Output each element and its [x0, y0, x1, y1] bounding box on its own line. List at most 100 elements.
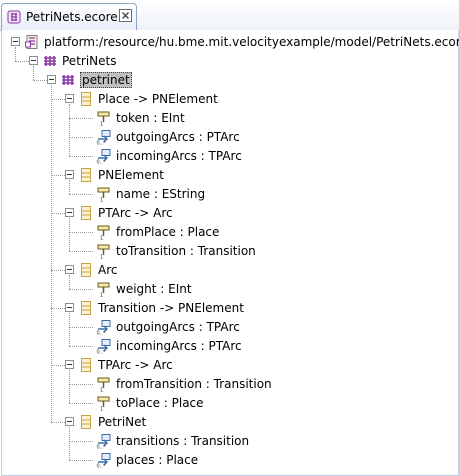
feature-label: fromPlace : Place	[116, 225, 220, 239]
ereference-icon: 0..*	[96, 129, 112, 147]
feature-label: name : EString	[116, 187, 206, 201]
feature-label: outgoingArcs : PTArc	[116, 130, 240, 144]
tree-item-subpackage[interactable]: petrinet	[2, 71, 458, 90]
svg-text:0..*: 0..*	[97, 445, 106, 450]
tree-guide-line	[69, 218, 70, 251]
feature-label: outgoingArcs : TPArc	[116, 320, 240, 334]
tree-guide-line	[69, 346, 93, 347]
ereference-icon: 0..*	[96, 148, 112, 166]
ecore-file-icon	[7, 10, 21, 24]
tree-guide-line	[69, 104, 70, 156]
eclass-icon	[78, 357, 94, 373]
tree-guide-line	[33, 66, 34, 80]
feature-label: toPlace : Place	[116, 396, 204, 410]
class-label: Place -> PNElement	[98, 92, 218, 106]
svg-text:1: 1	[100, 407, 103, 412]
epackage-icon	[42, 53, 58, 69]
ecore-resource-icon	[24, 34, 40, 50]
ereference-icon: 0..*	[96, 338, 112, 356]
tree-item-class[interactable]: Arc	[2, 261, 458, 280]
tree-guide-line	[51, 422, 65, 423]
class-label: Transition -> PNElement	[98, 301, 244, 315]
eattribute-icon: 1	[96, 224, 112, 242]
class-label: PNElement	[98, 168, 164, 182]
tree-guide-line	[69, 194, 93, 195]
svg-text:1: 1	[100, 236, 103, 241]
eclass-icon	[78, 414, 94, 430]
collapse-toggle[interactable]	[29, 56, 38, 65]
subpackage-label: petrinet	[80, 72, 132, 88]
collapse-toggle[interactable]	[65, 208, 74, 217]
tree-guide-line	[69, 403, 93, 404]
collapse-toggle[interactable]	[65, 360, 74, 369]
editor-tab-petrinets-ecore[interactable]: PetriNets.ecore	[1, 3, 137, 30]
collapse-toggle[interactable]	[11, 37, 20, 46]
eclass-icon	[78, 167, 94, 183]
tree-item-class[interactable]: Transition -> PNElement	[2, 299, 458, 318]
tree-item-class[interactable]: TPArc -> Arc	[2, 356, 458, 375]
svg-text:0..*: 0..*	[97, 160, 106, 165]
svg-text:0..*: 0..*	[97, 464, 106, 469]
feature-label: weight : EInt	[116, 282, 192, 296]
feature-label: incomingArcs : PTArc	[116, 339, 242, 353]
tree-guide-line	[51, 213, 65, 214]
tree-guide-line	[69, 460, 93, 461]
collapse-toggle[interactable]	[65, 265, 74, 274]
eclass-icon	[78, 91, 94, 107]
tree-guide-line	[69, 137, 93, 138]
resource-label: platform:/resource/hu.bme.mit.velocityex…	[44, 35, 459, 49]
eattribute-icon: 1	[96, 110, 112, 128]
tree-item-class[interactable]: PNElement	[2, 166, 458, 185]
tree-guide-line	[69, 327, 93, 328]
tree-guide-line	[69, 180, 70, 194]
svg-text:1: 1	[100, 198, 103, 203]
svg-text:1: 1	[100, 388, 103, 393]
collapse-toggle[interactable]	[47, 75, 56, 84]
package-label: PetriNets	[62, 54, 117, 68]
tree-item-class[interactable]: PTArc -> Arc	[2, 204, 458, 223]
svg-text:1: 1	[100, 293, 103, 298]
class-label: PTArc -> Arc	[98, 206, 173, 220]
eclass-icon	[78, 262, 94, 278]
tree-guide-line	[69, 232, 93, 233]
feature-label: fromTransition : Transition	[116, 377, 272, 391]
eclass-icon	[78, 300, 94, 316]
tree-item-class[interactable]: Place -> PNElement	[2, 90, 458, 109]
feature-label: incomingArcs : TPArc	[116, 149, 242, 163]
collapse-toggle[interactable]	[65, 170, 74, 179]
tree-guide-line	[69, 289, 93, 290]
tree-guide-line	[69, 156, 93, 157]
tree-guide-line	[51, 365, 65, 366]
collapse-toggle[interactable]	[65, 94, 74, 103]
tree-guide-line	[69, 275, 70, 289]
collapse-toggle[interactable]	[65, 303, 74, 312]
ereference-icon: 0..*	[96, 433, 112, 451]
tree-guide-line	[69, 441, 93, 442]
tree-item-resource[interactable]: platform:/resource/hu.bme.mit.velocityex…	[2, 33, 459, 52]
collapse-toggle[interactable]	[65, 417, 74, 426]
tree-guide-line	[51, 99, 65, 100]
feature-label: toTransition : Transition	[116, 244, 256, 258]
tree-guide-line	[15, 47, 16, 61]
ereference-icon: 0..*	[96, 452, 112, 470]
tree-guide-line	[51, 270, 65, 271]
tree-item-package[interactable]: PetriNets	[2, 52, 458, 71]
tree-guide-line	[69, 118, 93, 119]
close-icon[interactable]	[119, 9, 132, 22]
ereference-icon: 0..*	[96, 319, 112, 337]
feature-label: places : Place	[116, 453, 199, 467]
eclass-icon	[78, 205, 94, 221]
epackage-icon	[60, 72, 76, 88]
svg-text:0..*: 0..*	[97, 350, 106, 355]
ecore-tree-editor[interactable]: platform:/resource/hu.bme.mit.velocityex…	[1, 30, 459, 476]
editor-tab-bar: PetriNets.ecore	[0, 0, 459, 31]
tree-guide-line	[51, 308, 65, 309]
tree-guide-line	[69, 370, 70, 403]
svg-text:0..*: 0..*	[97, 331, 106, 336]
tree-item-class[interactable]: PetriNet	[2, 413, 458, 432]
tree-guide-line	[69, 384, 93, 385]
tree-guide-line	[15, 61, 29, 62]
tree-guide-line	[51, 85, 52, 422]
tree-guide-line	[69, 427, 70, 460]
class-label: PetriNet	[98, 415, 147, 429]
